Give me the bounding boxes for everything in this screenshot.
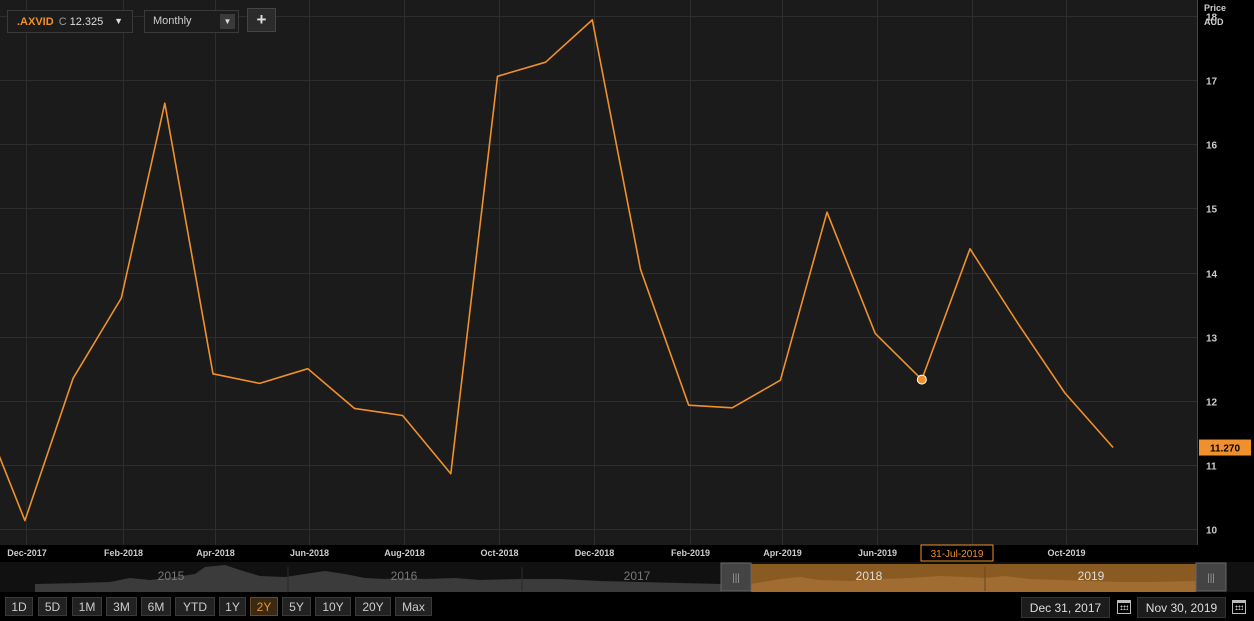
- close-value: 12.325: [69, 15, 104, 28]
- range-button-2y[interactable]: 2Y: [250, 597, 278, 616]
- navigator[interactable]: 2015 2016 2017 2018 2019 ||| |||: [0, 562, 1254, 592]
- y-tick-label: 10: [1206, 526, 1218, 537]
- x-tick-label: Aug-2018: [384, 548, 425, 558]
- calendar-icon[interactable]: [1232, 600, 1246, 614]
- range-button-1y[interactable]: 1Y: [219, 597, 246, 616]
- navigator-handle-right-grip: |||: [1207, 573, 1215, 584]
- interval-dropdown[interactable]: Monthly ▼: [144, 10, 239, 33]
- crosshair-date-label: 31-Jul-2019: [931, 549, 984, 560]
- plot-background: [0, 0, 1197, 545]
- end-date-field[interactable]: Nov 30, 2019: [1137, 597, 1226, 618]
- y-tick-label: 16: [1206, 141, 1218, 152]
- navigator-year: 2017: [624, 569, 651, 583]
- navigator-year: 2016: [391, 569, 418, 583]
- y-tick-label: 13: [1206, 334, 1218, 345]
- add-button[interactable]: +: [247, 8, 276, 32]
- range-button-max[interactable]: Max: [395, 597, 432, 616]
- chevron-down-icon: ▼: [114, 16, 123, 26]
- close-label: C: [58, 15, 67, 28]
- range-button-5y[interactable]: 5Y: [282, 597, 311, 616]
- calendar-icon[interactable]: [1117, 600, 1131, 614]
- navigator-year: 2018: [856, 569, 883, 583]
- range-button-10y[interactable]: 10Y: [315, 597, 351, 616]
- range-button-1m[interactable]: 1M: [72, 597, 102, 616]
- navigator-handle-left-grip: |||: [732, 573, 740, 584]
- plus-icon: +: [256, 10, 267, 29]
- y-tick-label: 12: [1206, 398, 1218, 409]
- x-tick-label: Dec-2018: [575, 548, 615, 558]
- symbol-name: .AXVID: [17, 15, 54, 28]
- navigator-year: 2015: [158, 569, 185, 583]
- x-tick-label: Jun-2018: [290, 548, 329, 558]
- y-tick-label: 17: [1206, 77, 1218, 88]
- navigator-year: 2019: [1078, 569, 1105, 583]
- range-button-20y[interactable]: 20Y: [355, 597, 391, 616]
- range-button-1d[interactable]: 1D: [5, 597, 33, 616]
- range-button-6m[interactable]: 6M: [141, 597, 171, 616]
- range-button-3m[interactable]: 3M: [106, 597, 137, 616]
- y-tick-label: 11: [1206, 462, 1217, 473]
- last-value-label: 11.270: [1210, 444, 1240, 455]
- x-tick-label: Jun-2019: [858, 548, 897, 558]
- range-button-5d[interactable]: 5D: [38, 597, 67, 616]
- y-axis-label-line1: Price: [1204, 3, 1226, 13]
- interval-label: Monthly: [153, 15, 192, 27]
- x-tick-label: Apr-2018: [196, 548, 235, 558]
- x-tick-label: Apr-2019: [763, 548, 802, 558]
- y-tick-label: 14: [1206, 270, 1218, 281]
- range-button-ytd[interactable]: YTD: [175, 597, 215, 616]
- range-bar: 1D 5D 1M 3M 6M YTD 1Y 2Y 5Y 10Y 20Y Max …: [0, 594, 1254, 621]
- y-tick-label: 15: [1206, 205, 1218, 216]
- chevron-down-icon: ▼: [220, 14, 235, 29]
- start-date-field[interactable]: Dec 31, 2017: [1021, 597, 1110, 618]
- x-tick-label: Feb-2019: [671, 548, 710, 558]
- y-axis-label-line2: AUD: [1204, 17, 1224, 27]
- symbol-selector[interactable]: .AXVID C 12.325 ▼: [7, 10, 133, 33]
- x-tick-label: Feb-2018: [104, 548, 143, 558]
- highlight-point[interactable]: [916, 374, 927, 385]
- navigator-area: [35, 565, 721, 592]
- x-tick-label: Dec-2017: [7, 548, 47, 558]
- x-tick-label: Oct-2018: [480, 548, 518, 558]
- price-chart[interactable]: 101112131415161718Dec-2017 Feb-2018 Apr-20…: [0, 0, 1254, 562]
- x-tick-label: Oct-2019: [1047, 548, 1085, 558]
